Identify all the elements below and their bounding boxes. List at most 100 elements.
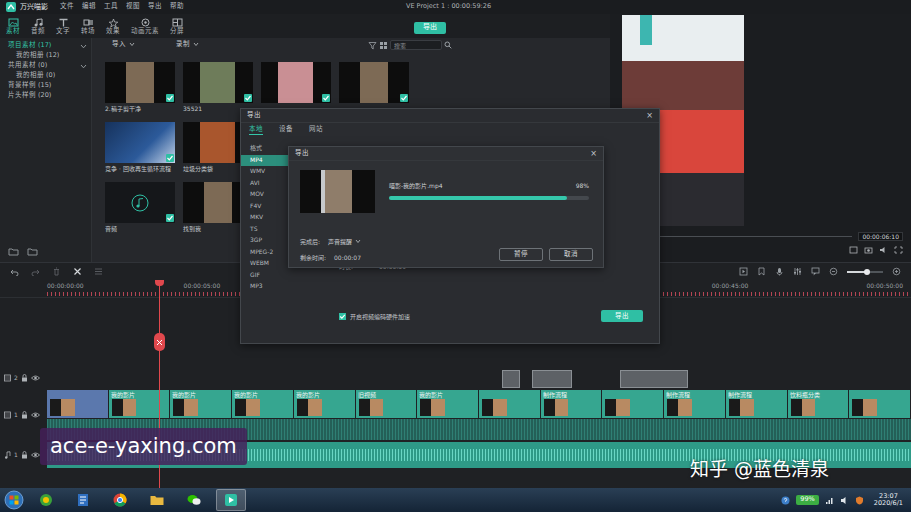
fullscreen-icon[interactable] xyxy=(849,246,858,254)
media-thumbnail[interactable] xyxy=(183,62,253,103)
video-clip[interactable]: 制作流程 xyxy=(726,390,788,418)
zoom-in-icon[interactable] xyxy=(892,267,901,276)
video-clip[interactable]: 饮料瓶分类 xyxy=(788,390,850,418)
taskbar-app[interactable] xyxy=(68,489,98,511)
render-icon[interactable] xyxy=(739,267,748,276)
lock-icon[interactable] xyxy=(21,411,28,419)
export-tab[interactable]: 设备 xyxy=(279,125,293,135)
lock-icon[interactable] xyxy=(21,451,28,459)
close-button[interactable]: × xyxy=(646,112,653,120)
export-tab[interactable]: 本地 xyxy=(249,125,263,136)
menu-item[interactable]: 帮助 xyxy=(170,3,184,11)
taskbar-app[interactable] xyxy=(142,489,172,511)
sidebar-item[interactable]: 我的相册 (12) xyxy=(0,51,91,61)
category-tab[interactable]: 文字 xyxy=(56,18,70,36)
marker-icon[interactable] xyxy=(757,267,766,276)
lock-icon[interactable] xyxy=(21,374,28,382)
sidebar-item[interactable]: 片头样例 (20) xyxy=(0,91,91,101)
overlay-clip[interactable] xyxy=(502,370,520,388)
hardware-accel-checkbox[interactable] xyxy=(339,313,346,320)
mixer-icon[interactable] xyxy=(793,267,802,276)
overlay-clip[interactable] xyxy=(620,370,688,388)
menu-item[interactable]: 工具 xyxy=(104,3,118,11)
sidebar-item[interactable]: 共用素材 (0) xyxy=(0,61,91,71)
video-clip[interactable]: 我的影片 xyxy=(232,390,294,418)
filter-icon[interactable] xyxy=(368,41,377,50)
format-item[interactable]: MKV xyxy=(241,212,291,224)
category-tab[interactable]: 动画元素 xyxy=(131,18,159,36)
video-clip[interactable]: 我的影片 xyxy=(417,390,479,418)
taskbar-app[interactable] xyxy=(31,489,61,511)
menu-item[interactable]: 文件 xyxy=(60,3,74,11)
export-confirm-button[interactable]: 导出 xyxy=(601,310,643,322)
video-clip[interactable]: 制作流程 xyxy=(664,390,726,418)
video-clip[interactable]: 我的影片 xyxy=(170,390,232,418)
shield-icon[interactable] xyxy=(855,496,864,505)
zoom-out-icon[interactable] xyxy=(829,267,838,276)
format-item[interactable]: MPEG-2 xyxy=(241,247,291,259)
cancel-button[interactable]: 取消 xyxy=(549,248,593,261)
volume-icon[interactable] xyxy=(879,246,888,254)
media-thumbnail[interactable] xyxy=(261,62,331,103)
format-item[interactable]: TS xyxy=(241,224,291,236)
video-clip[interactable]: 我的影片 xyxy=(294,390,356,418)
snapshot-icon[interactable] xyxy=(864,246,873,254)
video-clip[interactable]: 我的影片 xyxy=(109,390,171,418)
category-tab[interactable]: 分屏 xyxy=(170,18,184,36)
video-clip[interactable] xyxy=(47,390,109,418)
media-item[interactable]: 音频 xyxy=(105,182,175,235)
category-tab[interactable]: 转场 xyxy=(81,18,95,36)
video-clip[interactable] xyxy=(602,390,664,418)
format-item[interactable]: GIF xyxy=(241,270,291,282)
playhead-marker[interactable] xyxy=(154,333,165,351)
zoom-knob[interactable] xyxy=(864,269,870,275)
format-item[interactable]: 3GP xyxy=(241,235,291,247)
export-tab[interactable]: 网站 xyxy=(309,125,323,135)
expand-icon[interactable] xyxy=(894,246,903,254)
menu-item[interactable]: 导出 xyxy=(148,3,162,11)
taskbar-app[interactable] xyxy=(179,489,209,511)
eye-icon[interactable] xyxy=(31,411,40,419)
category-tab[interactable]: 效果 xyxy=(106,18,120,36)
format-item[interactable]: MOV xyxy=(241,189,291,201)
start-button-icon[interactable] xyxy=(4,490,24,510)
menu-item[interactable]: 视图 xyxy=(126,3,140,11)
media-item[interactable]: 2.稿子剪干净 xyxy=(105,62,175,115)
format-item[interactable]: AVI xyxy=(241,178,291,190)
grid-view-icon[interactable] xyxy=(379,41,388,50)
help-icon[interactable] xyxy=(781,496,790,505)
adjust-icon[interactable] xyxy=(94,267,103,276)
redo-icon[interactable] xyxy=(31,268,40,276)
media-thumbnail[interactable] xyxy=(339,62,409,103)
search-icon[interactable] xyxy=(444,41,452,49)
format-item[interactable]: MP4 xyxy=(241,155,291,167)
video-clip[interactable] xyxy=(479,390,541,418)
media-thumbnail[interactable] xyxy=(105,182,175,223)
eye-icon[interactable] xyxy=(31,451,40,459)
clock[interactable]: 23:072020/6/1 xyxy=(870,493,907,508)
close-button[interactable]: × xyxy=(590,150,597,158)
network-icon[interactable] xyxy=(825,496,834,505)
import-dropdown[interactable]: 导入 xyxy=(112,41,172,49)
export-button[interactable]: 导出 xyxy=(414,22,446,34)
voiceover-icon[interactable] xyxy=(811,267,820,276)
category-tab[interactable]: 素材 xyxy=(6,18,20,36)
menu-item[interactable]: 编辑 xyxy=(82,3,96,11)
format-item[interactable]: WEBM xyxy=(241,258,291,270)
cut-icon[interactable] xyxy=(73,267,82,276)
format-item[interactable]: F4V xyxy=(241,201,291,213)
category-tab[interactable]: 音频 xyxy=(31,18,45,36)
new-folder-icon[interactable] xyxy=(8,247,19,256)
video-clip[interactable] xyxy=(849,390,911,418)
video-clip[interactable]: 制作流程 xyxy=(541,390,603,418)
video-clip[interactable]: 旧视频 xyxy=(356,390,418,418)
folder-icon[interactable] xyxy=(27,247,38,256)
media-thumbnail[interactable] xyxy=(105,122,175,163)
taskbar-app[interactable] xyxy=(216,489,246,511)
after-finish-select[interactable]: 声音提醒 xyxy=(326,238,363,245)
sidebar-item[interactable]: 项目素材 (17) xyxy=(0,41,91,51)
pause-button[interactable]: 暂停 xyxy=(499,248,543,261)
microphone-icon[interactable] xyxy=(775,267,784,276)
format-item[interactable]: MP3 xyxy=(241,281,291,293)
search-input[interactable] xyxy=(390,40,442,50)
